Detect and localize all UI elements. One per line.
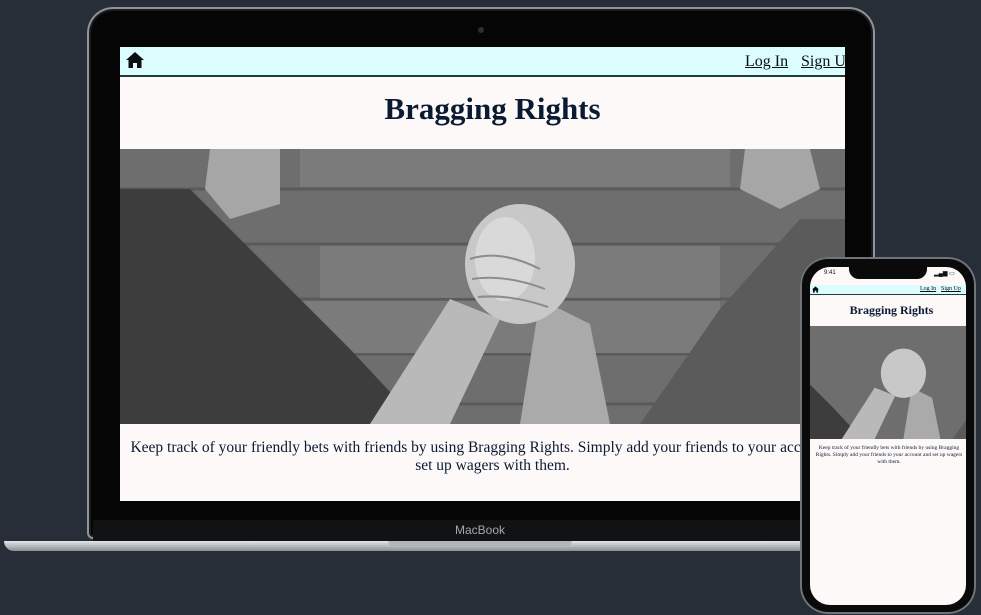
laptop-screen: Log In Sign Up Bragging Rights (120, 47, 845, 501)
arm-wrestling-photo (810, 326, 966, 439)
mockup-stage: Log In Sign Up Bragging Rights (0, 0, 981, 615)
laptop-hinge (388, 541, 572, 547)
hero-image (120, 149, 845, 424)
description-text: Keep track of your friendly bets with fr… (130, 439, 845, 474)
home-icon[interactable] (812, 286, 819, 293)
home-icon[interactable] (126, 52, 144, 68)
phone-notch (849, 267, 927, 279)
navbar: Log In Sign Up (120, 47, 845, 77)
phone-login-link[interactable]: Log In (920, 286, 936, 292)
laptop-camera (478, 27, 484, 33)
phone-signup-link[interactable]: Sign Up (941, 286, 961, 292)
signup-link[interactable]: Sign Up (801, 53, 845, 71)
login-link[interactable]: Log In (745, 53, 788, 71)
battery-icon: ▂▄▆ ▭ (934, 271, 955, 277)
phone-page-title: Bragging Rights (849, 303, 934, 317)
phone-navbar: Log In Sign Up (810, 285, 966, 295)
phone-description-text: Keep track of your friendly bets with fr… (815, 445, 963, 465)
phone-hero-image (810, 326, 966, 439)
phone-screen: 9:41 ▂▄▆ ▭ Log In Sign Up Bragging Right… (810, 267, 966, 605)
page-title: Bragging Rights (384, 91, 601, 126)
phone-time: 9:41 (824, 270, 836, 276)
arm-wrestling-photo (120, 149, 845, 424)
